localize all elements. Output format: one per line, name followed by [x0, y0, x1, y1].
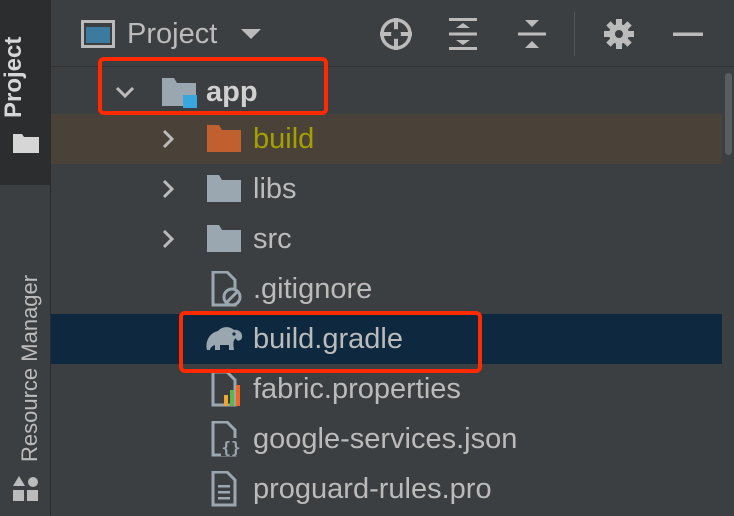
json-file-icon: {} [211, 421, 241, 457]
tree-item-label: fabric.properties [253, 372, 461, 405]
tree-item-src[interactable]: src [51, 214, 722, 264]
project-tree: app build libs src .gitignore build.grad… [51, 57, 722, 516]
properties-file-icon [211, 371, 240, 407]
view-selector-dropdown[interactable]: Project [81, 12, 269, 56]
tree-item-fabric-properties[interactable]: fabric.properties [51, 364, 722, 414]
expand-all-button[interactable] [443, 14, 483, 54]
folder-icon [207, 175, 241, 202]
resource-manager-tool-tab[interactable]: Resource Manager [0, 200, 50, 516]
toolbar-separator [574, 12, 575, 56]
ignore-file-icon [211, 271, 242, 307]
tree-item-label: build.gradle [253, 322, 403, 355]
tree-item-label: libs [253, 172, 297, 205]
expand-all-icon [449, 18, 477, 50]
tree-item-label: google-services.json [253, 422, 518, 455]
tree-item-gitignore[interactable]: .gitignore [51, 264, 722, 314]
project-tool-tab-label: Project [0, 36, 27, 118]
tree-item-label: proguard-rules.pro [253, 472, 492, 505]
collapse-all-button[interactable] [512, 14, 552, 54]
chevron-down-icon [115, 86, 135, 99]
scrollbar-thumb[interactable] [725, 73, 732, 155]
vertical-scrollbar[interactable] [722, 67, 734, 516]
tree-item-app[interactable]: app [51, 67, 722, 117]
tree-item-label: app [206, 75, 258, 108]
module-folder-icon [162, 78, 197, 108]
folder-icon [13, 134, 39, 153]
chevron-right-icon [162, 229, 175, 249]
tool-window-stripe: Project Resource Manager [0, 0, 51, 516]
tree-item-label: src [253, 222, 292, 255]
chevron-right-icon [162, 179, 175, 199]
gradle-elephant-icon [206, 327, 243, 350]
chevron-down-icon [241, 29, 262, 39]
tree-item-libs[interactable]: libs [51, 164, 722, 214]
view-selector-label: Project [127, 17, 218, 50]
tree-item-proguard-rules[interactable]: proguard-rules.pro [51, 464, 722, 514]
excluded-folder-icon [207, 125, 241, 152]
resources-icon [13, 476, 38, 501]
project-toolbar: Project [51, 0, 734, 67]
project-view-icon [81, 20, 115, 48]
tree-item-build-gradle[interactable]: build.gradle [51, 314, 722, 364]
minimize-button[interactable] [668, 14, 708, 54]
folder-icon [207, 225, 241, 252]
collapse-all-icon [518, 20, 546, 48]
chevron-right-icon [162, 129, 175, 149]
tree-item-label: build [253, 122, 315, 155]
tree-item-google-services-json[interactable]: {} google-services.json [51, 414, 722, 464]
text-file-icon [211, 471, 237, 507]
resource-manager-tab-label: Resource Manager [17, 274, 42, 462]
project-tool-tab[interactable]: Project [0, 0, 50, 185]
svg-text:{}: {} [221, 438, 240, 457]
gear-icon [604, 19, 634, 49]
minimize-icon [673, 32, 703, 36]
locate-button[interactable] [376, 14, 416, 54]
settings-button[interactable] [599, 14, 639, 54]
tree-item-build[interactable]: build [51, 114, 722, 164]
tree-item-label: .gitignore [253, 272, 373, 305]
locate-icon [380, 18, 412, 50]
